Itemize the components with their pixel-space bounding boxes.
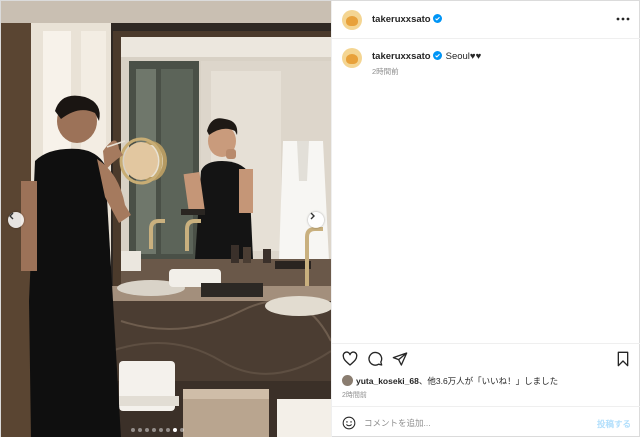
instagram-post-modal: takeruxxsato takeruxxsato Seoul♥♥ 2時間前 y… [0, 0, 640, 437]
carousel-prev-button[interactable] [8, 212, 24, 228]
caption-username[interactable]: takeruxxsato [372, 51, 431, 62]
liker-avatar[interactable] [342, 375, 353, 386]
carousel-dot [159, 428, 163, 432]
post-photo[interactable] [1, 1, 331, 437]
header-username[interactable]: takeruxxsato [372, 14, 442, 25]
caption-text: takeruxxsato Seoul♥♥ [372, 51, 481, 62]
carousel-dot [166, 428, 170, 432]
verified-badge-icon [432, 51, 442, 60]
carousel-next-button[interactable] [308, 212, 324, 228]
post-comment-button[interactable]: 投稿する [597, 418, 631, 430]
emoji-icon[interactable] [342, 416, 356, 430]
comment-input[interactable] [364, 414, 584, 432]
carousel-dot [138, 428, 142, 432]
liker-username[interactable]: yuta_koseki_68 [356, 376, 419, 386]
post-header: takeruxxsato [332, 1, 640, 39]
caption-body: Seoul♥♥ [445, 51, 482, 62]
carousel-dot [131, 428, 135, 432]
avatar[interactable] [342, 10, 362, 30]
chevron-left-icon [9, 212, 14, 220]
comment-icon[interactable] [367, 351, 383, 367]
carousel-dot [173, 428, 177, 432]
carousel-dot [152, 428, 156, 432]
carousel-dot [145, 428, 149, 432]
caption-timestamp[interactable]: 2時間前 [372, 66, 399, 77]
more-horizontal-icon[interactable] [615, 11, 631, 27]
caption-avatar[interactable] [342, 48, 362, 68]
heart-icon[interactable] [342, 351, 358, 367]
chevron-right-icon [310, 212, 315, 220]
likes-count-text[interactable]: 、他3.6万人が「いいね！」しました [419, 376, 558, 386]
verified-badge-icon [432, 14, 442, 23]
post-timestamp[interactable]: 2時間前 [342, 390, 367, 400]
likes-summary: yuta_koseki_68、他3.6万人が「いいね！」しました [342, 375, 558, 387]
post-sidebar: takeruxxsato takeruxxsato Seoul♥♥ 2時間前 y… [331, 1, 640, 437]
comment-box: 投稿する [332, 406, 640, 437]
carousel-dot [180, 428, 184, 432]
share-icon[interactable] [392, 351, 408, 367]
bookmark-icon[interactable] [615, 351, 631, 367]
username-text[interactable]: takeruxxsato [372, 14, 431, 25]
carousel-indicator [131, 428, 184, 432]
bathroom-mirror-photo [1, 1, 331, 437]
post-actions [332, 343, 640, 371]
